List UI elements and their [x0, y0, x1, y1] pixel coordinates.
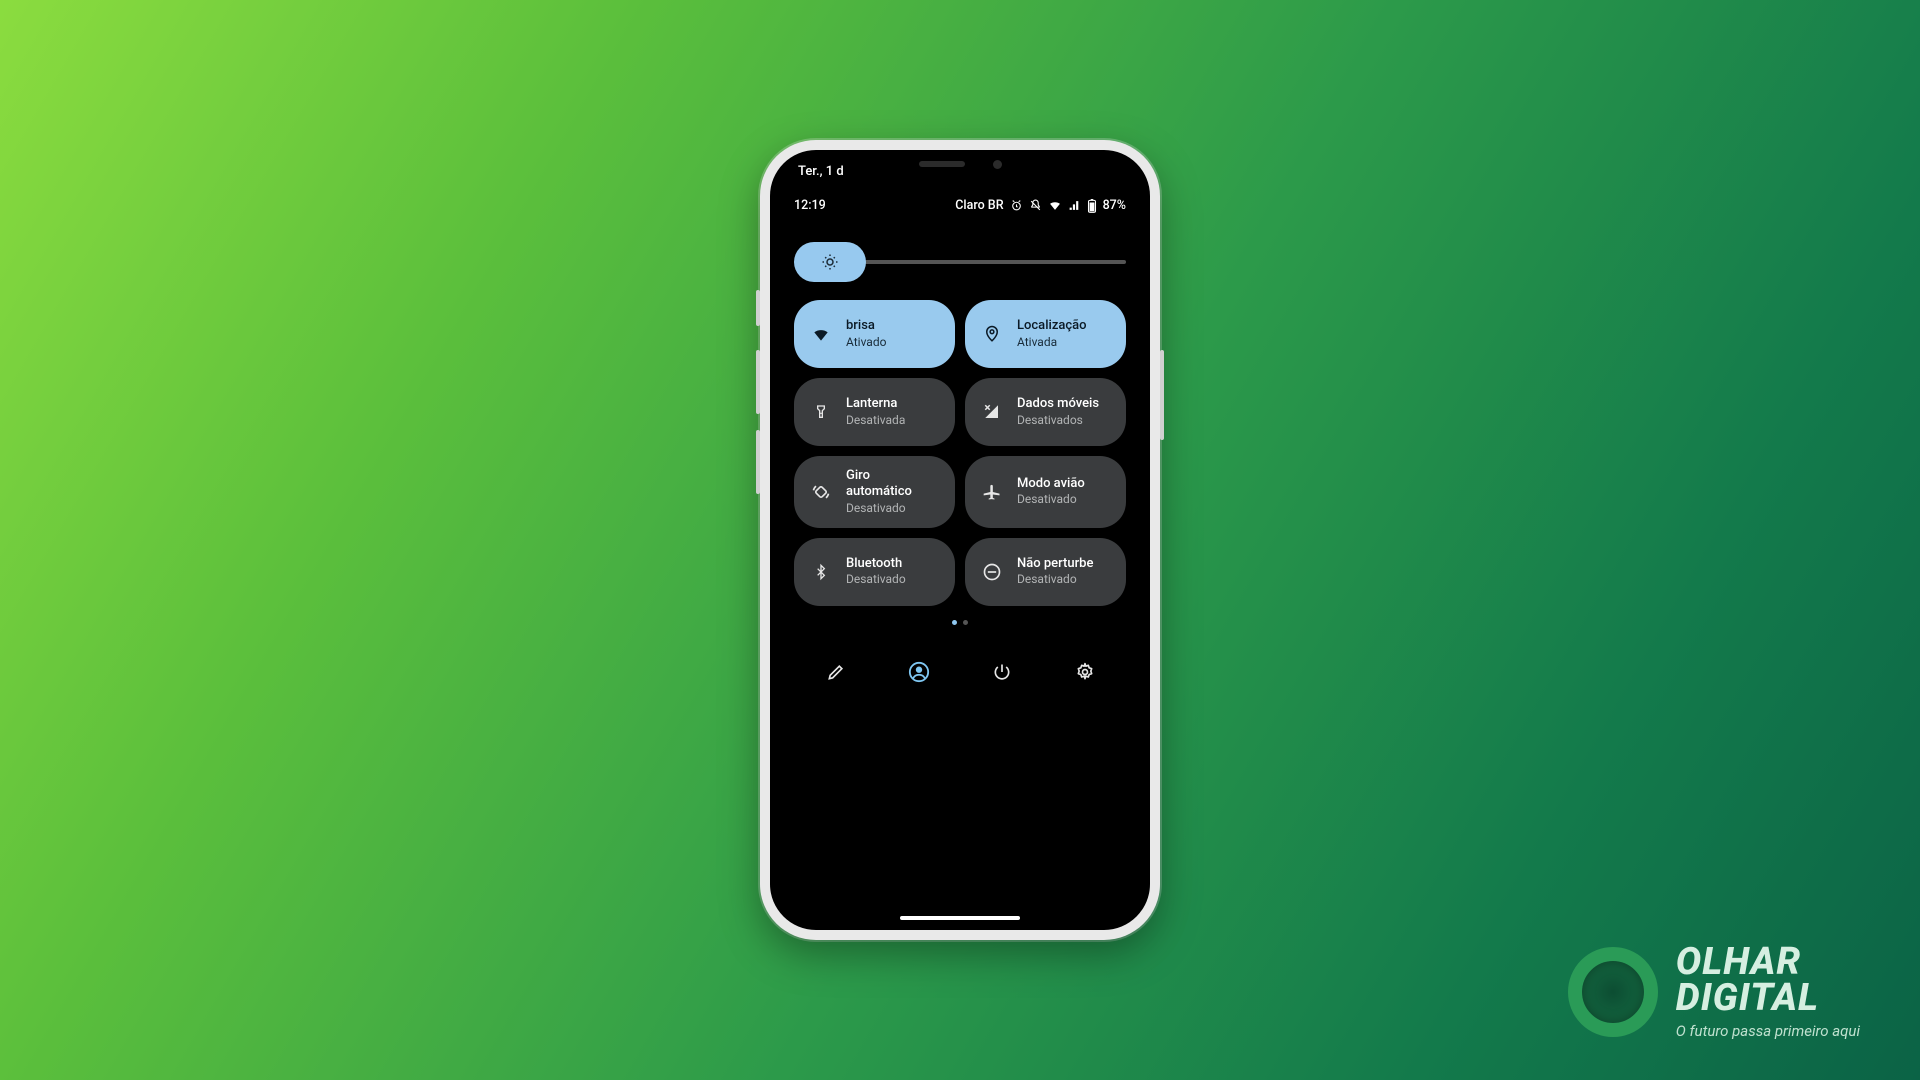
power-button[interactable] — [980, 650, 1024, 694]
tile-bluetooth[interactable]: Bluetooth Desativado — [794, 538, 955, 606]
canvas: Ter., 1 d 12:19 Claro BR — [0, 0, 1920, 1080]
tile-wifi[interactable]: brisa Ativado — [794, 300, 955, 368]
status-date: Ter., 1 d — [798, 164, 844, 179]
flashlight-icon — [810, 402, 832, 422]
battery-icon — [1087, 199, 1097, 213]
tile-status: Desativada — [846, 413, 905, 428]
phone-frame: Ter., 1 d 12:19 Claro BR — [760, 140, 1160, 940]
tile-title: Bluetooth — [846, 556, 906, 572]
tile-status: Ativado — [846, 335, 886, 350]
tile-status: Desativado — [846, 572, 906, 587]
tile-auto-rotate[interactable]: Giro automático Desativado — [794, 456, 955, 528]
tile-location[interactable]: Localização Ativada — [965, 300, 1126, 368]
tile-airplane-mode[interactable]: Modo avião Desativado — [965, 456, 1126, 528]
brightness-slider[interactable] — [794, 242, 1126, 282]
brand-logo-icon — [1568, 947, 1658, 1037]
tile-status: Desativado — [1017, 492, 1085, 507]
tile-title: brisa — [846, 318, 886, 334]
tile-status: Desativado — [846, 501, 939, 516]
tile-title: Giro automático — [846, 468, 939, 501]
brightness-track[interactable] — [794, 260, 1126, 264]
watermark: OLHAR DIGITAL O futuro passa primeiro aq… — [1568, 944, 1860, 1040]
status-right: Claro BR 87% — [955, 198, 1126, 213]
wifi-icon — [1048, 199, 1062, 212]
location-icon — [981, 324, 1003, 344]
tile-title: Não perturbe — [1017, 556, 1093, 572]
settings-button[interactable] — [1063, 650, 1107, 694]
phone-side-button — [1160, 350, 1164, 440]
phone-screen: Ter., 1 d 12:19 Claro BR — [770, 150, 1150, 930]
tile-do-not-disturb[interactable]: Não perturbe Desativado — [965, 538, 1126, 606]
mute-icon — [1029, 199, 1042, 212]
dnd-icon — [981, 562, 1003, 582]
brand-text: OLHAR DIGITAL O futuro passa primeiro aq… — [1676, 944, 1860, 1040]
tile-flashlight[interactable]: Lanterna Desativada — [794, 378, 955, 446]
page-indicator — [770, 620, 1150, 625]
home-indicator[interactable] — [900, 916, 1020, 920]
bluetooth-icon — [810, 562, 832, 582]
brightness-thumb[interactable] — [794, 242, 866, 282]
brand-tagline: O futuro passa primeiro aqui — [1676, 1022, 1860, 1040]
page-dot-active — [952, 620, 957, 625]
status-time: 12:19 — [794, 198, 826, 213]
brand-line1: OLHAR — [1676, 944, 1860, 980]
user-circle-icon — [908, 661, 930, 683]
power-icon — [992, 662, 1012, 682]
airplane-icon — [981, 482, 1003, 502]
phone-notch — [870, 150, 1050, 178]
edit-tiles-button[interactable] — [814, 650, 858, 694]
tile-title: Lanterna — [846, 396, 905, 412]
speaker-slot — [919, 161, 965, 167]
front-camera — [993, 160, 1002, 169]
tile-title: Dados móveis — [1017, 396, 1099, 412]
pencil-icon — [826, 662, 846, 682]
tile-status: Desativado — [1017, 572, 1093, 587]
status-battery-pct: 87% — [1103, 198, 1126, 213]
signal-icon — [1068, 199, 1081, 212]
auto-rotate-icon — [810, 482, 832, 502]
status-bar: 12:19 Claro BR — [770, 198, 1150, 213]
phone-side-button — [756, 430, 760, 494]
tile-status: Ativada — [1017, 335, 1087, 350]
tile-status: Desativados — [1017, 413, 1099, 428]
tile-title: Modo avião — [1017, 476, 1085, 492]
wifi-icon — [810, 324, 832, 344]
tile-mobile-data[interactable]: Dados móveis Desativados — [965, 378, 1126, 446]
status-carrier: Claro BR — [955, 198, 1003, 213]
tile-title: Localização — [1017, 318, 1087, 334]
brightness-icon — [821, 253, 839, 271]
phone-side-button — [756, 290, 760, 326]
mobile-data-icon — [981, 403, 1003, 421]
quick-settings-actions — [794, 650, 1126, 694]
phone-side-button — [756, 350, 760, 414]
alarm-icon — [1010, 199, 1023, 212]
user-button[interactable] — [897, 650, 941, 694]
page-dot — [963, 620, 968, 625]
gear-icon — [1075, 662, 1095, 682]
quick-settings-grid: brisa Ativado Localização Ativada — [794, 300, 1126, 606]
brand-line2: DIGITAL — [1676, 980, 1860, 1016]
